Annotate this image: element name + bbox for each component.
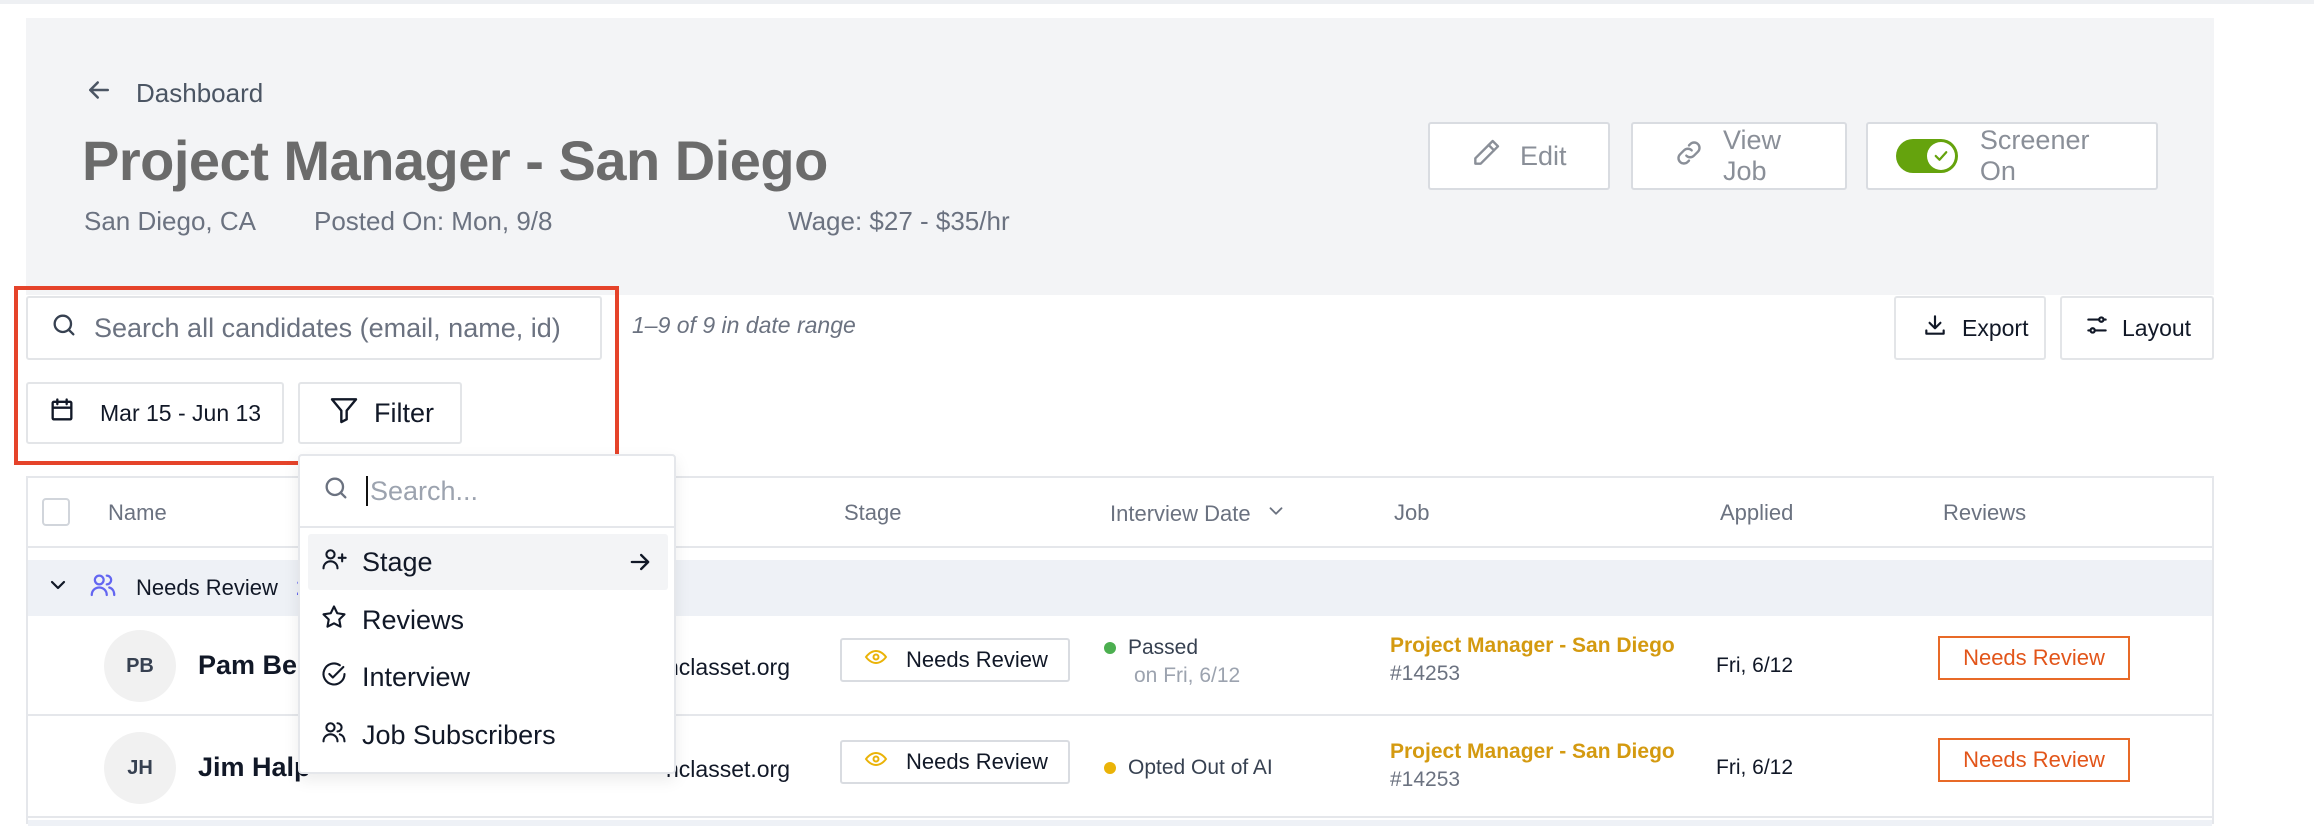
interview-status: Passed: [1104, 636, 1198, 660]
view-job-button[interactable]: View Job: [1631, 122, 1847, 190]
search-icon: [50, 311, 78, 346]
job-location: San Diego, CA: [84, 206, 256, 236]
job-id: #14253: [1390, 768, 1461, 791]
needs-review-button[interactable]: Needs Review: [1938, 636, 2130, 680]
job-link[interactable]: Project Manager - San Diego: [1390, 634, 1675, 658]
arrow-left-icon: [84, 75, 114, 112]
stage-label: Needs Review: [906, 749, 1048, 774]
export-button-label: Export: [1962, 314, 2029, 341]
filter-button[interactable]: Filter: [298, 382, 462, 444]
filter-dropdown: Search... Stage Reviews Interview Job Su…: [298, 454, 676, 774]
chevron-down-icon: [1265, 500, 1287, 528]
export-button[interactable]: Export: [1894, 296, 2046, 360]
download-icon: [1922, 312, 1948, 344]
eye-icon: [864, 747, 888, 777]
column-reviews[interactable]: Reviews: [1943, 500, 2026, 526]
filter-button-label: Filter: [374, 397, 434, 428]
select-all-checkbox[interactable]: [42, 498, 70, 526]
candidate-email: nclasset.org: [666, 654, 791, 680]
needs-review-button[interactable]: Needs Review: [1938, 738, 2130, 782]
column-stage[interactable]: Stage: [844, 500, 902, 526]
filter-option-interview[interactable]: Interview: [308, 649, 668, 705]
eye-icon: [864, 645, 888, 675]
filter-option-label: Reviews: [362, 604, 465, 635]
page-title: Project Manager - San Diego: [82, 129, 828, 192]
sliders-icon: [2084, 312, 2110, 344]
date-range-button[interactable]: Mar 15 - Jun 13: [26, 382, 284, 444]
filter-option-job-subscribers[interactable]: Job Subscribers: [308, 707, 668, 763]
filter-search-placeholder: Search...: [370, 475, 479, 506]
chevron-down-icon[interactable]: [46, 573, 70, 603]
filter-option-stage[interactable]: Stage: [308, 534, 668, 590]
date-range-label: Mar 15 - Jun 13: [100, 399, 262, 426]
screener-toggle[interactable]: [1896, 139, 1958, 173]
star-icon: [320, 603, 348, 638]
column-applied[interactable]: Applied: [1720, 500, 1793, 526]
column-name[interactable]: Name: [108, 500, 167, 526]
filter-option-label: Job Subscribers: [362, 719, 556, 750]
wage-range: Wage: $27 - $35/hr: [788, 206, 1010, 236]
applied-date: Fri, 6/12: [1716, 654, 1794, 677]
pencil-icon: [1470, 137, 1502, 176]
filter-option-label: Interview: [362, 661, 471, 692]
edit-button[interactable]: Edit: [1428, 122, 1610, 190]
check-circle-icon: [320, 660, 348, 695]
view-job-button-label: View Job: [1723, 125, 1782, 186]
column-interview-date-label: Interview Date: [1110, 501, 1251, 526]
screener-label: Screener On: [1979, 125, 2090, 186]
check-icon: [1926, 142, 1955, 170]
result-count: 1–9 of 9 in date range: [632, 312, 856, 338]
candidate-email: nclasset.org: [666, 756, 791, 782]
interview-detail: on Fri, 6/12: [1134, 664, 1241, 687]
status-dot: [1104, 762, 1116, 774]
avatar: PB: [104, 630, 176, 702]
back-link-label: Dashboard: [136, 77, 264, 108]
group-label: Needs Review: [136, 575, 278, 600]
filter-search-input[interactable]: Search...: [300, 456, 674, 528]
interview-status: Opted Out of AI: [1104, 756, 1273, 780]
top-divider: [0, 0, 2314, 4]
stage-button[interactable]: Needs Review: [840, 638, 1070, 682]
column-interview-date[interactable]: Interview Date: [1110, 500, 1287, 528]
text-cursor: [366, 476, 368, 506]
users-icon: [320, 718, 348, 753]
search-placeholder: Search all candidates (email, name, id): [94, 312, 561, 343]
next-group-row: [28, 820, 2212, 826]
filter-icon: [328, 394, 360, 433]
posted-date: Posted On: Mon, 9/8: [314, 206, 553, 236]
candidate-name[interactable]: Pam Bee: [198, 650, 312, 681]
candidate-name[interactable]: Jim Halp: [198, 752, 311, 783]
interview-status-label: Passed: [1128, 636, 1199, 659]
layout-button[interactable]: Layout: [2060, 296, 2214, 360]
avatar: JH: [104, 732, 176, 804]
candidate-search-input[interactable]: Search all candidates (email, name, id): [26, 296, 602, 360]
search-icon: [322, 474, 350, 509]
stage-label: Needs Review: [906, 647, 1048, 672]
edit-button-label: Edit: [1520, 140, 1567, 171]
status-dot: [1104, 642, 1116, 654]
column-job[interactable]: Job: [1394, 500, 1429, 526]
stage-button[interactable]: Needs Review: [840, 740, 1070, 784]
filter-option-reviews[interactable]: Reviews: [308, 592, 668, 648]
arrow-right-icon: [626, 548, 654, 583]
job-link[interactable]: Project Manager - San Diego: [1390, 740, 1675, 764]
layout-button-label: Layout: [2122, 314, 2192, 341]
job-id: #14253: [1390, 662, 1461, 685]
users-icon: [88, 570, 118, 606]
back-link[interactable]: Dashboard: [84, 76, 263, 110]
filter-option-label: Stage: [362, 546, 433, 577]
link-icon: [1673, 137, 1705, 176]
screener-toggle-button[interactable]: Screener On: [1866, 122, 2158, 190]
interview-status-label: Opted Out of AI: [1128, 756, 1273, 779]
user-plus-icon: [320, 545, 348, 580]
applied-date: Fri, 6/12: [1716, 756, 1794, 779]
calendar-icon: [48, 396, 76, 430]
